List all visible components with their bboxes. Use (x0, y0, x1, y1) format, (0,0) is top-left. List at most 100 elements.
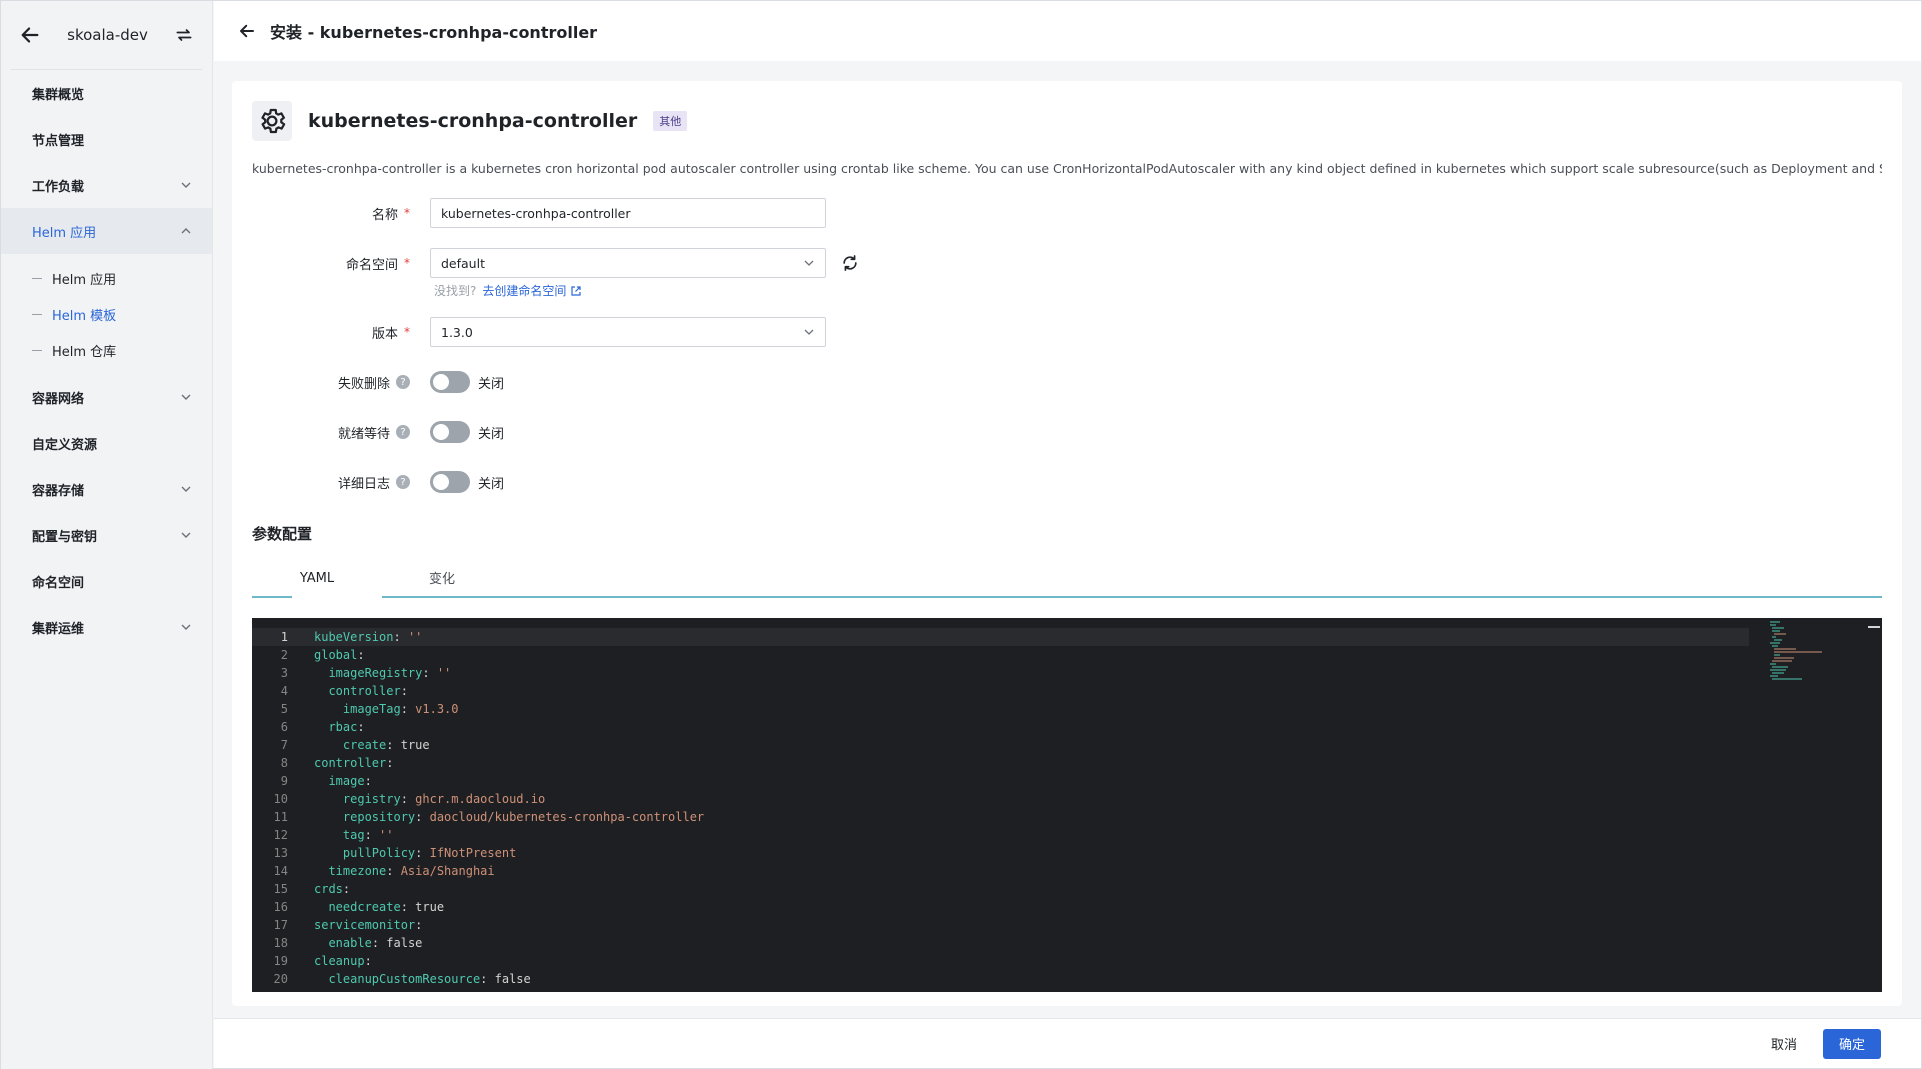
code-text: controller: (314, 756, 394, 770)
switch-cluster-icon[interactable] (174, 25, 194, 45)
code-line: 2 global: (252, 646, 1749, 664)
cluster-name: skoala-dev (67, 26, 148, 44)
fail-delete-state: 关闭 (478, 376, 505, 392)
form-row-verbose-log: 详细日志? 关闭 (252, 467, 1882, 497)
yaml-editor[interactable]: 1 kubeVersion: '' 2 global: 3 imageRegistry:… (252, 618, 1882, 992)
tab-diff[interactable]: 变化 (382, 558, 502, 596)
line-number: 12 (273, 828, 288, 842)
sidebar-subitem-helm-repos[interactable]: Helm 仓库 (1, 332, 212, 368)
install-form: 名称 * kubernetes-cronhpa-controller 命名空间 * … (252, 198, 1882, 497)
app-description: kubernetes-cronhpa-controller is a kuber… (252, 161, 1882, 176)
line-number: 17 (273, 918, 288, 932)
sidebar-subitem-helm-apps[interactable]: Helm 应用 (1, 260, 212, 296)
confirm-button[interactable]: 确定 (1823, 1028, 1881, 1059)
editor-minimap[interactable] (1768, 620, 1868, 680)
line-number: 14 (273, 864, 288, 878)
code-line: 15 crds: (252, 880, 1749, 898)
line-number: 13 (273, 846, 288, 860)
refresh-icon[interactable] (840, 253, 860, 273)
create-namespace-link[interactable]: 去创建命名空间 (482, 282, 566, 299)
code-line: 7 create: true (252, 736, 1749, 754)
line-number: 6 (280, 720, 288, 734)
verbose-log-state: 关闭 (478, 476, 505, 492)
verbose-log-label: 详细日志 (337, 476, 390, 492)
sidebar-item-workloads[interactable]: 工作负载 (1, 162, 212, 208)
code-text: rbac: (328, 720, 365, 734)
help-icon[interactable]: ? (396, 375, 410, 389)
ready-wait-toggle[interactable] (430, 421, 470, 443)
code-line: 12 tag: '' (252, 826, 1749, 844)
sidebar-item-config-secrets[interactable]: 配置与密钥 (1, 512, 212, 558)
chevron-down-icon (804, 329, 814, 335)
app-logo (252, 101, 292, 141)
code-line: 19 cleanup: (252, 952, 1749, 970)
line-number: 15 (273, 882, 288, 896)
verbose-log-toggle[interactable] (430, 471, 470, 493)
ready-wait-state: 关闭 (478, 426, 505, 442)
sidebar: skoala-dev 集群概览 节点管理 工作负载 Helm 应用 Helm 应… (1, 1, 213, 1069)
page-title: 安装 - kubernetes-cronhpa-controller (270, 23, 598, 42)
required-mark: * (404, 256, 410, 270)
sidebar-header: skoala-dev (11, 1, 202, 70)
code-text: imageRegistry: '' (328, 666, 452, 680)
line-number: 3 (280, 666, 288, 680)
tab-yaml[interactable]: YAML (252, 560, 382, 598)
version-select[interactable]: 1.3.0 (430, 317, 826, 347)
chevron-down-icon (181, 532, 191, 538)
namespace-select[interactable]: default (430, 248, 826, 278)
line-number: 1 (280, 630, 288, 644)
line-number: 10 (273, 792, 288, 806)
code-text: global: (314, 648, 365, 662)
form-row-fail-delete: 失败删除? 关闭 (252, 367, 1882, 397)
sidebar-subitem-helm-templates[interactable]: Helm 模板 (1, 296, 212, 332)
app-name: kubernetes-cronhpa-controller (308, 110, 638, 132)
back-arrow-icon[interactable] (238, 22, 256, 40)
sidebar-item-cluster-overview[interactable]: 集群概览 (1, 70, 212, 116)
external-link-icon[interactable] (570, 285, 582, 297)
fail-delete-toggle[interactable] (430, 371, 470, 393)
code-line: 16 needcreate: true (252, 898, 1749, 916)
code-line: 5 imageTag: v1.3.0 (252, 700, 1749, 718)
sidebar-item-cluster-ops[interactable]: 集群运维 (1, 604, 212, 650)
line-number: 7 (280, 738, 288, 752)
sidebar-item-nodes[interactable]: 节点管理 (1, 116, 212, 162)
params-section-title: 参数配置 (252, 525, 313, 543)
code-text: controller: (328, 684, 408, 698)
code-text: timezone: Asia/Shanghai (328, 864, 495, 878)
code-line: 17 servicemonitor: (252, 916, 1749, 934)
name-input[interactable]: kubernetes-cronhpa-controller (430, 198, 826, 228)
required-mark: * (404, 206, 410, 220)
sidebar-item-network[interactable]: 容器网络 (1, 374, 212, 420)
code-text: crds: (314, 882, 351, 896)
chevron-down-icon (181, 486, 191, 492)
form-row-name: 名称 * kubernetes-cronhpa-controller (252, 198, 1882, 228)
form-row-version: 版本 * 1.3.0 (252, 317, 1882, 347)
code-text: kubeVersion: '' (314, 630, 423, 644)
chevron-up-icon (181, 228, 191, 234)
name-label: 名称 (371, 207, 398, 223)
sidebar-item-storage[interactable]: 容器存储 (1, 466, 212, 512)
code-line: 20 cleanupCustomResource: false (252, 970, 1749, 988)
required-mark: * (404, 325, 410, 339)
code-line: 1 kubeVersion: '' (252, 628, 1749, 646)
code-line: 8 controller: (252, 754, 1749, 772)
code-text: servicemonitor: (314, 918, 423, 932)
help-icon[interactable]: ? (396, 475, 410, 489)
code-text: create: true (342, 738, 430, 752)
help-icon[interactable]: ? (396, 425, 410, 439)
chevron-down-icon (181, 394, 191, 400)
line-number: 20 (273, 972, 288, 986)
code-text: tag: '' (342, 828, 394, 842)
params-tabs: YAML 变化 (252, 558, 1882, 598)
code-line: 14 timezone: Asia/Shanghai (252, 862, 1749, 880)
sidebar-item-helm-apps[interactable]: Helm 应用 (1, 208, 212, 254)
back-arrow-icon[interactable] (19, 24, 41, 46)
code-line: 11 repository: daocloud/kubernetes-cronh… (252, 808, 1749, 826)
sidebar-item-custom-resources[interactable]: 自定义资源 (1, 420, 212, 466)
sidebar-nav: 集群概览 节点管理 工作负载 Helm 应用 Helm 应用 Helm 模板 H… (1, 70, 212, 650)
chevron-down-icon (804, 260, 814, 266)
sidebar-item-namespaces[interactable]: 命名空间 (1, 558, 212, 604)
cancel-button[interactable]: 取消 (1771, 1034, 1797, 1053)
code-line: 3 imageRegistry: '' (252, 664, 1749, 682)
editor-scrollbar[interactable] (1868, 626, 1880, 628)
